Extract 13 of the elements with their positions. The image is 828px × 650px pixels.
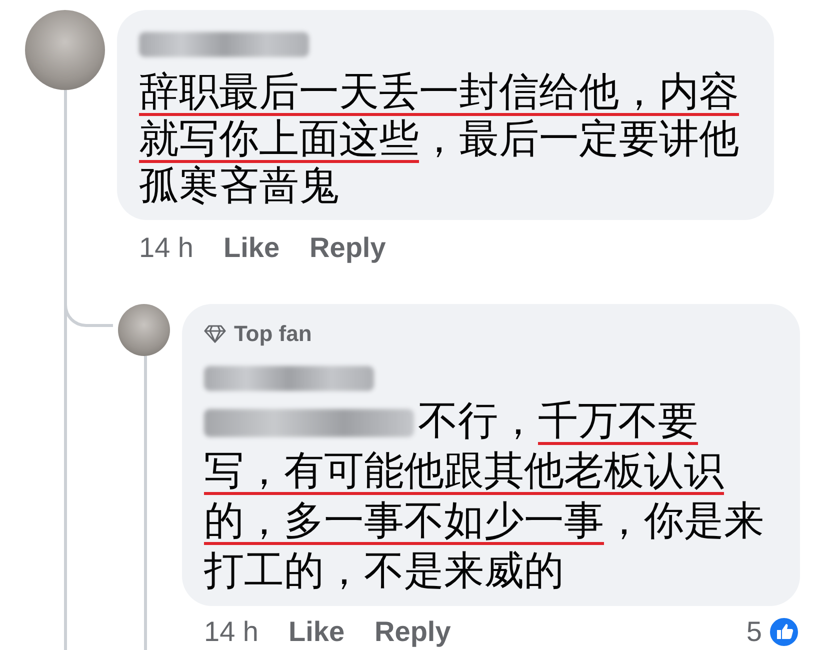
reply-action-link[interactable]: Like — [288, 616, 345, 648]
diamond-icon — [204, 325, 226, 343]
blurred-avatar[interactable] — [118, 304, 170, 356]
reply-time: 14 h — [204, 616, 258, 648]
comment-text: 辞职最后一天丢一封信给他，内容 就写你上面这些，最后一定要讲他 孤寒吝啬鬼 — [139, 69, 740, 210]
comment-text: 不行，千万不要 写，有可能他跟其他老板认识 的，多一事不如少一事，你是来 打工的，不是来威的 — [204, 398, 765, 595]
reaction-count: 5 — [746, 616, 762, 648]
comment-action-link[interactable]: Reply — [310, 232, 386, 264]
reply-action-link[interactable]: Reply — [374, 616, 451, 648]
like-reaction-icon[interactable] — [768, 616, 800, 648]
comment-action-link[interactable]: Like — [224, 232, 280, 264]
comment-time: 14 h — [139, 232, 194, 264]
badge-label: Top fan — [234, 321, 312, 347]
